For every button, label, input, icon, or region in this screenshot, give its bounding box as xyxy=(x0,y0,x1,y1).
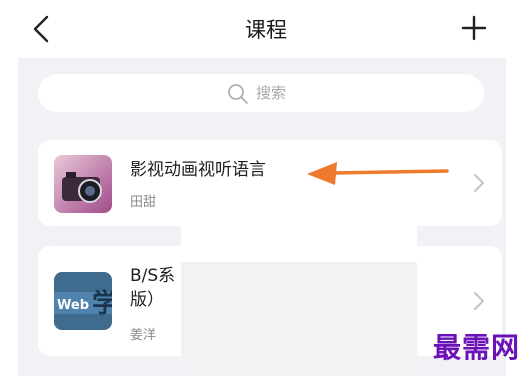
top-nav-bar: 课程 xyxy=(0,0,532,58)
search-input[interactable] xyxy=(256,80,376,106)
redaction-overlay xyxy=(181,262,417,376)
course-thumbnail: 学 Web xyxy=(54,272,112,330)
chevron-right-icon xyxy=(474,292,484,310)
watermark: 最需网 xyxy=(432,331,520,364)
course-thumbnail xyxy=(54,155,112,213)
course-teacher: 田甜 xyxy=(130,195,157,210)
course-teacher: 姜洋 xyxy=(130,328,157,343)
annotation-arrow-icon xyxy=(307,162,449,185)
course-title: 影视动画视听语言 xyxy=(130,160,266,180)
svg-text:学: 学 xyxy=(92,288,112,319)
search-bar[interactable] xyxy=(38,74,484,112)
chevron-right-icon xyxy=(474,174,484,192)
plus-icon[interactable] xyxy=(460,12,488,44)
thumbnail-label: Web xyxy=(57,298,89,313)
page-title: 课程 xyxy=(245,18,287,42)
search-icon xyxy=(228,84,248,104)
